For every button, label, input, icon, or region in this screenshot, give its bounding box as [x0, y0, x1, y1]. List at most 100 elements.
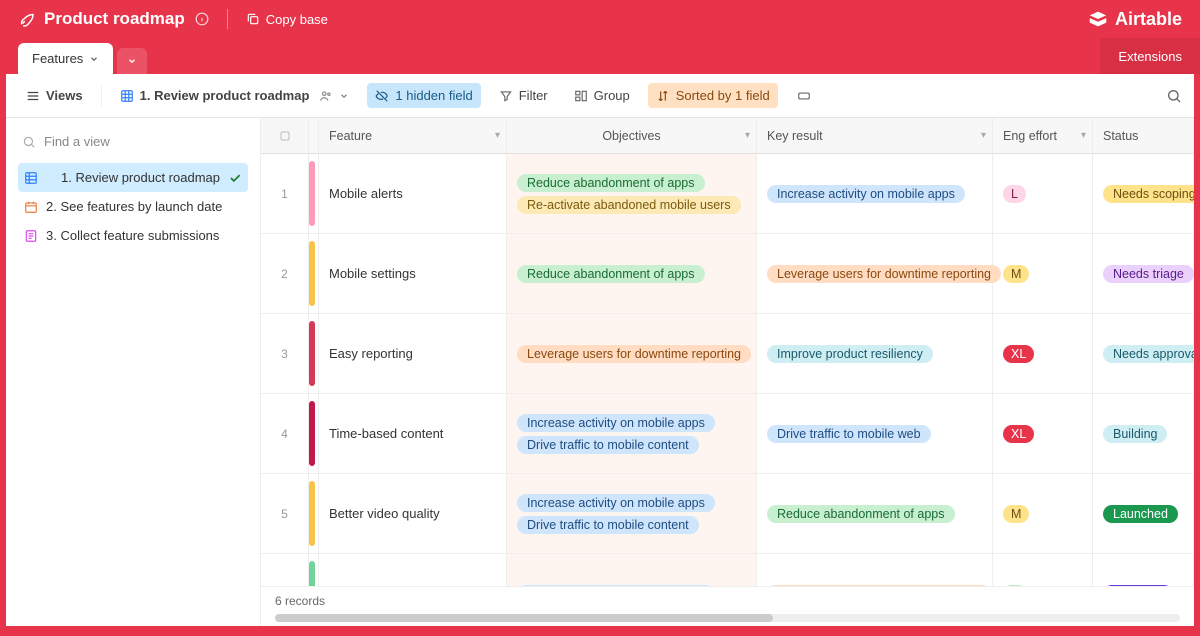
- objective-tag[interactable]: Reduce abandonment of apps: [517, 265, 705, 283]
- key-result-tag[interactable]: Drive traffic to mobile web: [767, 425, 931, 443]
- brand-logo[interactable]: Airtable: [1087, 8, 1182, 30]
- cell-key-result[interactable]: Reduce abandonment of apps: [757, 474, 993, 553]
- cell-key-result[interactable]: Improve product resiliency: [757, 314, 993, 393]
- table-tabs: Features Extensions: [0, 38, 1200, 74]
- row-color-bar: [309, 234, 319, 313]
- view-switcher[interactable]: 1. Review product roadmap: [112, 83, 358, 108]
- objective-tag[interactable]: Reduce abandonment of apps: [517, 174, 705, 192]
- group-button[interactable]: Group: [566, 83, 638, 108]
- info-icon[interactable]: [195, 12, 209, 26]
- objective-tag[interactable]: Increase activity on mobile apps: [517, 414, 715, 432]
- table-row[interactable]: 1 Mobile alerts Reduce abandonment of ap…: [261, 154, 1194, 234]
- cell-feature[interactable]: Mobile settings: [319, 234, 507, 313]
- status-tag[interactable]: Needs triage: [1103, 265, 1194, 283]
- base-title[interactable]: Product roadmap: [44, 9, 185, 29]
- row-number[interactable]: 6: [261, 554, 309, 586]
- status-tag[interactable]: Needs approval: [1103, 345, 1194, 363]
- table-row[interactable]: 2 Mobile settings Reduce abandonment of …: [261, 234, 1194, 314]
- eng-effort-tag[interactable]: XL: [1003, 425, 1034, 443]
- cell-objectives[interactable]: Increase activity on mobile apps Drive tr…: [507, 394, 757, 473]
- sort-button[interactable]: Sorted by 1 field: [648, 83, 778, 108]
- cell-feature[interactable]: Easy reporting: [319, 314, 507, 393]
- cell-eng-effort[interactable]: S: [993, 554, 1093, 586]
- grid-icon: [24, 171, 53, 185]
- column-eng-effort[interactable]: Eng effort▾: [993, 118, 1093, 153]
- filter-button[interactable]: Filter: [491, 83, 556, 108]
- sidebar-item-submissions[interactable]: 3. Collect feature submissions: [18, 221, 248, 250]
- eng-effort-tag[interactable]: XL: [1003, 345, 1034, 363]
- row-number[interactable]: 2: [261, 234, 309, 313]
- column-key-result[interactable]: Key result▾: [757, 118, 993, 153]
- tab-add-button[interactable]: [117, 48, 147, 74]
- eng-effort-tag[interactable]: L: [1003, 185, 1026, 203]
- cell-status[interactable]: Needs triage: [1093, 234, 1194, 313]
- cell-status[interactable]: Needs scoping: [1093, 154, 1194, 233]
- cell-feature[interactable]: Time-based content: [319, 394, 507, 473]
- cell-objectives[interactable]: Reduce abandonment of apps: [507, 234, 757, 313]
- sidebar-item-label: 3. Collect feature submissions: [46, 228, 219, 243]
- objective-tag[interactable]: Drive traffic to mobile content: [517, 516, 699, 534]
- extensions-button[interactable]: Extensions: [1100, 38, 1200, 74]
- filter-label: Filter: [519, 88, 548, 103]
- table-row[interactable]: 5 Better video quality Increase activity…: [261, 474, 1194, 554]
- row-number[interactable]: 1: [261, 154, 309, 233]
- find-view-input[interactable]: Find a view: [18, 128, 248, 155]
- row-number[interactable]: 3: [261, 314, 309, 393]
- eng-effort-tag[interactable]: M: [1003, 505, 1029, 523]
- search-icon[interactable]: [1166, 88, 1182, 104]
- row-number[interactable]: 5: [261, 474, 309, 553]
- column-feature[interactable]: Feature▾: [319, 118, 507, 153]
- table-row[interactable]: 6 New security updates Increase activity…: [261, 554, 1194, 586]
- cell-key-result[interactable]: Increase activity on mobile apps: [757, 154, 993, 233]
- status-tag[interactable]: Launched: [1103, 505, 1178, 523]
- color-button[interactable]: [788, 84, 820, 108]
- chevron-down-icon: ▾: [1081, 130, 1086, 141]
- horizontal-scrollbar[interactable]: [275, 614, 1180, 622]
- sidebar-item-launch-date[interactable]: 2. See features by launch date: [18, 192, 248, 221]
- table-row[interactable]: 3 Easy reporting Leverage users for down…: [261, 314, 1194, 394]
- cell-status[interactable]: Needs approval: [1093, 314, 1194, 393]
- cell-status[interactable]: In review: [1093, 554, 1194, 586]
- objective-tag[interactable]: Leverage users for downtime reporting: [517, 345, 751, 363]
- cell-eng-effort[interactable]: XL: [993, 394, 1093, 473]
- key-result-tag[interactable]: Improve product resiliency: [767, 345, 933, 363]
- eng-effort-tag[interactable]: M: [1003, 265, 1029, 283]
- cell-objectives[interactable]: Reduce abandonment of apps Re-activate ab…: [507, 154, 757, 233]
- cell-objectives[interactable]: Increase activity on mobile apps: [507, 554, 757, 586]
- table-row[interactable]: 4 Time-based content Increase activity o…: [261, 394, 1194, 474]
- cell-eng-effort[interactable]: L: [993, 154, 1093, 233]
- views-button[interactable]: Views: [18, 83, 91, 108]
- cell-feature[interactable]: New security updates: [319, 554, 507, 586]
- copy-base-button[interactable]: Copy base: [246, 12, 328, 27]
- select-all-checkbox[interactable]: [261, 118, 309, 153]
- tab-features[interactable]: Features: [18, 43, 113, 74]
- cell-feature[interactable]: Better video quality: [319, 474, 507, 553]
- cell-eng-effort[interactable]: M: [993, 474, 1093, 553]
- cell-key-result[interactable]: Drive traffic to mobile web: [757, 394, 993, 473]
- objective-tag[interactable]: Drive traffic to mobile content: [517, 436, 699, 454]
- cell-key-result[interactable]: Re-activate abandoned mobile users: [757, 554, 993, 586]
- key-result-tag[interactable]: Increase activity on mobile apps: [767, 185, 965, 203]
- cell-eng-effort[interactable]: M: [993, 234, 1093, 313]
- sidebar-item-review-roadmap[interactable]: 1. Review product roadmap: [18, 163, 248, 192]
- cell-objectives[interactable]: Leverage users for downtime reporting: [507, 314, 757, 393]
- objective-tag[interactable]: Increase activity on mobile apps: [517, 494, 715, 512]
- column-status[interactable]: Status: [1093, 118, 1194, 153]
- cell-feature[interactable]: Mobile alerts: [319, 154, 507, 233]
- cell-key-result[interactable]: Leverage users for downtime reporting: [757, 234, 993, 313]
- key-result-tag[interactable]: Leverage users for downtime reporting: [767, 265, 1001, 283]
- tab-label: Features: [32, 51, 83, 66]
- people-icon: [319, 89, 333, 103]
- cell-status[interactable]: Launched: [1093, 474, 1194, 553]
- chevron-down-icon: [89, 54, 99, 64]
- key-result-tag[interactable]: Reduce abandonment of apps: [767, 505, 955, 523]
- status-tag[interactable]: Needs scoping: [1103, 185, 1194, 203]
- cell-status[interactable]: Building: [1093, 394, 1194, 473]
- column-objectives[interactable]: Objectives▾: [507, 118, 757, 153]
- objective-tag[interactable]: Re-activate abandoned mobile users: [517, 196, 741, 214]
- status-tag[interactable]: Building: [1103, 425, 1167, 443]
- cell-objectives[interactable]: Increase activity on mobile apps Drive tr…: [507, 474, 757, 553]
- row-number[interactable]: 4: [261, 394, 309, 473]
- cell-eng-effort[interactable]: XL: [993, 314, 1093, 393]
- hidden-fields-button[interactable]: 1 hidden field: [367, 83, 480, 108]
